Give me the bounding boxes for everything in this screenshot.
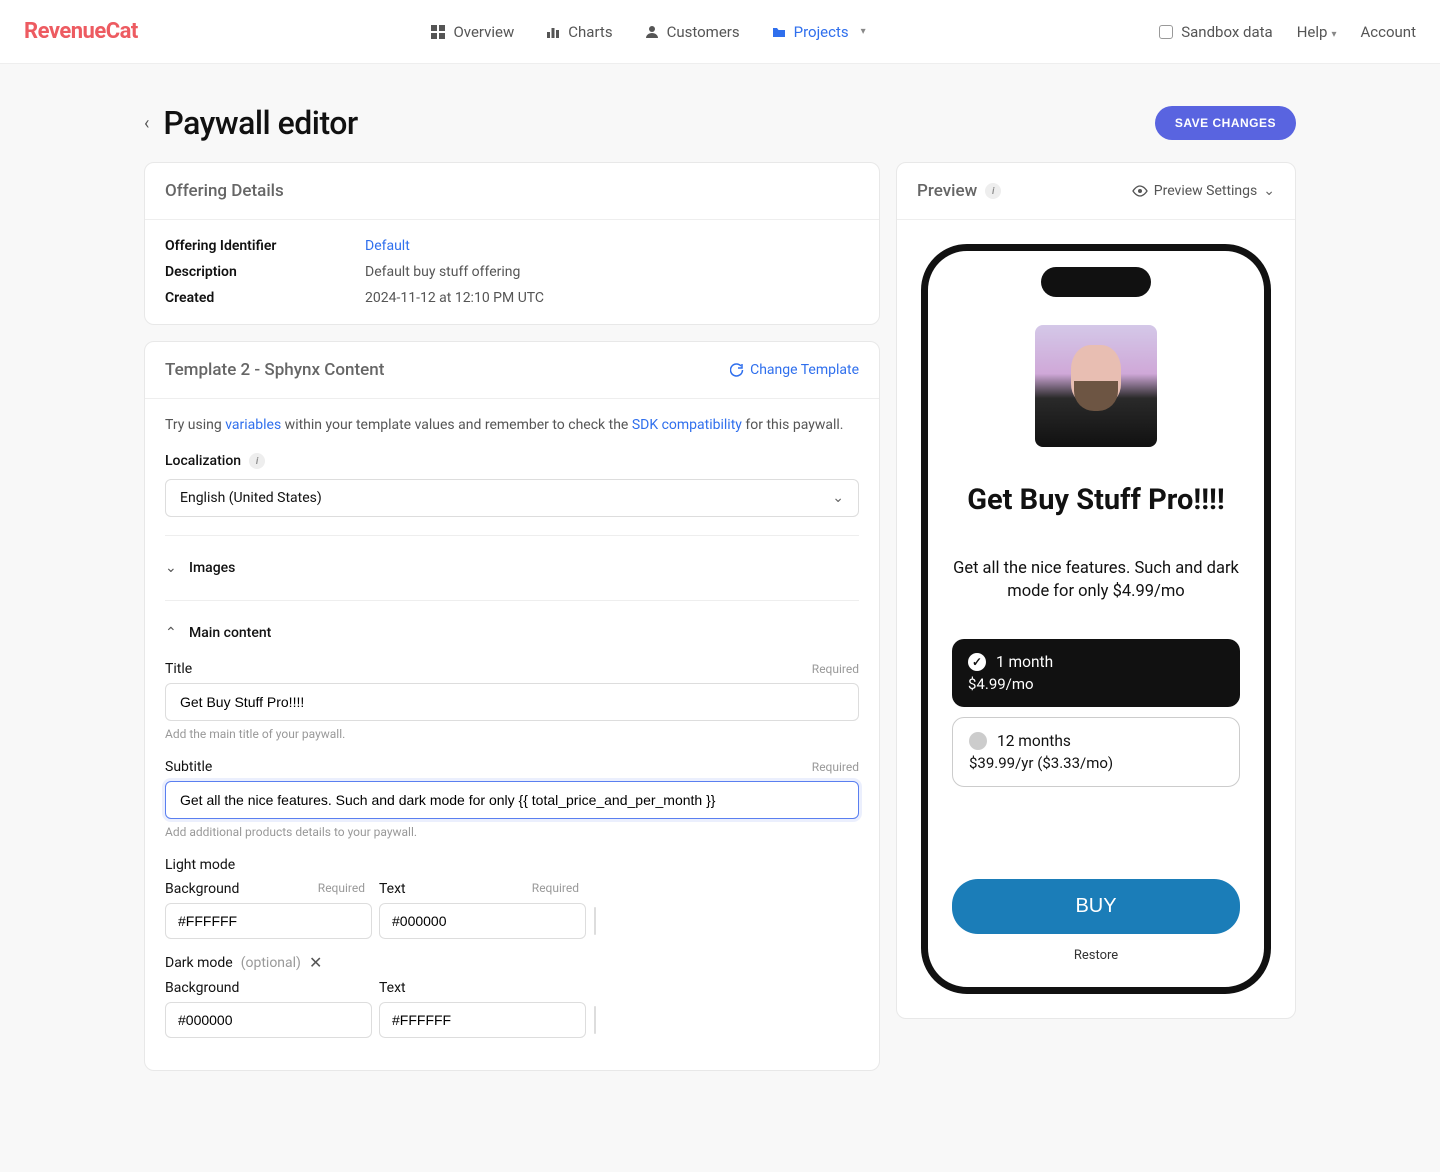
required-badge: Required xyxy=(318,881,365,897)
card-title: Offering Details xyxy=(165,181,284,201)
detail-value: Default buy stuff offering xyxy=(365,264,520,280)
card-title: Preview xyxy=(917,181,977,201)
main-content-section-toggle[interactable]: ⌃ Main content xyxy=(165,619,859,647)
preview-subtitle: Get all the nice features. Such and dark… xyxy=(952,557,1240,603)
color-swatch[interactable] xyxy=(594,907,596,935)
field-label: Text xyxy=(379,881,406,897)
light-bg-input[interactable] xyxy=(165,903,372,939)
preview-card: Preview i Preview Settings ⌄ xyxy=(896,162,1296,1019)
localization-label: Localization i xyxy=(165,453,859,469)
restore-link[interactable]: Restore xyxy=(1074,948,1118,963)
nav-overview[interactable]: Overview xyxy=(431,23,514,41)
eye-icon xyxy=(1132,183,1148,199)
light-text-input[interactable] xyxy=(379,903,586,939)
chevron-up-icon: ⌃ xyxy=(165,625,179,641)
field-label: Title xyxy=(165,661,192,677)
field-help: Add the main title of your paywall. xyxy=(165,727,859,741)
detail-label: Created xyxy=(165,290,365,306)
chevron-down-icon: ▾ xyxy=(1331,29,1336,40)
field-label: Background xyxy=(165,980,239,996)
sdk-compat-link[interactable]: SDK compatibility xyxy=(632,417,742,433)
page-title: Paywall editor xyxy=(163,104,357,142)
radio-selected-icon xyxy=(968,653,986,671)
field-label: Background xyxy=(165,881,239,897)
package-price: $4.99/mo xyxy=(968,675,1224,693)
chevron-down-icon: ▾ xyxy=(861,26,866,37)
template-content-card: Template 2 - Sphynx Content Change Templ… xyxy=(144,341,880,1071)
nav-projects[interactable]: Projects ▾ xyxy=(772,23,866,41)
optional-badge: (optional) xyxy=(241,955,301,971)
preview-settings-toggle[interactable]: Preview Settings ⌄ xyxy=(1132,183,1275,199)
light-mode-label: Light mode xyxy=(165,857,859,873)
nav-customers[interactable]: Customers xyxy=(645,23,740,41)
dark-mode-label: Dark mode xyxy=(165,955,233,971)
title-input[interactable] xyxy=(165,683,859,721)
folder-icon xyxy=(772,25,786,39)
detail-value: 2024-11-12 at 12:10 PM UTC xyxy=(365,290,544,306)
grid-icon xyxy=(431,25,445,39)
chevron-down-icon: ⌄ xyxy=(1263,183,1275,199)
required-badge: Required xyxy=(532,881,579,897)
package-price: $39.99/yr ($3.33/mo) xyxy=(969,754,1223,772)
card-title: Template 2 - Sphynx Content xyxy=(165,360,384,380)
remove-dark-mode-button[interactable]: ✕ xyxy=(309,953,322,972)
preview-title: Get Buy Stuff Pro!!!! xyxy=(967,483,1225,517)
info-icon[interactable]: i xyxy=(985,183,1001,199)
bar-chart-icon xyxy=(546,25,560,39)
required-badge: Required xyxy=(812,760,859,774)
preview-hero-image xyxy=(1035,325,1157,447)
save-changes-button[interactable]: SAVE CHANGES xyxy=(1155,106,1296,140)
dark-bg-input[interactable] xyxy=(165,1002,372,1038)
nav-charts[interactable]: Charts xyxy=(546,23,612,41)
field-label: Subtitle xyxy=(165,759,212,775)
variables-link[interactable]: variables xyxy=(225,417,281,433)
detail-label: Description xyxy=(165,264,365,280)
locale-select[interactable]: English (United States) ⌄ xyxy=(165,479,859,517)
field-label: Text xyxy=(379,980,406,996)
back-button[interactable]: ‹ xyxy=(144,113,149,134)
package-option-2[interactable]: 12 months $39.99/yr ($3.33/mo) xyxy=(952,717,1240,787)
phone-preview: Get Buy Stuff Pro!!!! Get all the nice f… xyxy=(921,244,1271,994)
phone-notch xyxy=(1041,267,1151,297)
person-icon xyxy=(645,25,659,39)
images-section-toggle[interactable]: ⌄ Images xyxy=(165,554,859,582)
account-link[interactable]: Account xyxy=(1360,23,1416,41)
chevron-down-icon: ⌄ xyxy=(832,490,844,506)
sandbox-toggle[interactable]: Sandbox data xyxy=(1159,23,1272,41)
help-menu[interactable]: Help▾ xyxy=(1297,23,1337,41)
radio-unselected-icon xyxy=(969,732,987,750)
hint-text: Try using variables within your template… xyxy=(165,417,859,433)
logo[interactable]: RevenueCat xyxy=(24,19,138,44)
required-badge: Required xyxy=(812,662,859,676)
change-template-link[interactable]: Change Template xyxy=(730,362,859,378)
refresh-icon xyxy=(730,363,744,377)
info-icon[interactable]: i xyxy=(249,453,265,469)
top-nav: Overview Charts Customers Projects ▾ xyxy=(431,23,865,41)
buy-button[interactable]: BUY xyxy=(952,879,1240,934)
checkbox-icon xyxy=(1159,25,1173,39)
chevron-down-icon: ⌄ xyxy=(165,560,179,576)
field-help: Add additional products details to your … xyxy=(165,825,859,839)
color-swatch[interactable] xyxy=(594,1006,596,1034)
offering-identifier-link[interactable]: Default xyxy=(365,238,410,254)
package-option-1[interactable]: 1 month $4.99/mo xyxy=(952,639,1240,707)
subtitle-input[interactable] xyxy=(165,781,859,819)
offering-details-card: Offering Details Offering Identifier Def… xyxy=(144,162,880,325)
detail-label: Offering Identifier xyxy=(165,238,365,254)
dark-text-input[interactable] xyxy=(379,1002,586,1038)
